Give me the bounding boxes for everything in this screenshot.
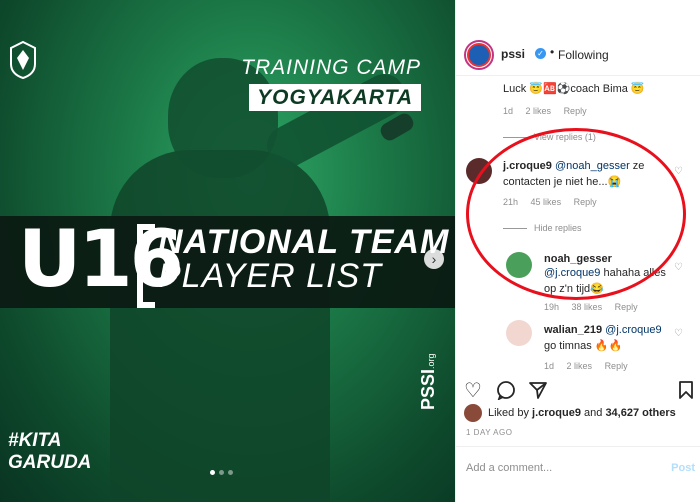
hide-replies-line bbox=[503, 228, 527, 229]
carousel-next-button[interactable]: › bbox=[424, 249, 444, 269]
view-replies-line bbox=[503, 137, 527, 138]
hashtag-kita-garuda: #KITA GARUDA bbox=[8, 430, 91, 474]
reply-username-text[interactable]: noah_gesser bbox=[544, 253, 612, 265]
carousel-dots bbox=[210, 470, 233, 475]
pssi-logo-icon bbox=[467, 43, 491, 67]
reply-text: op z'n tijd😂 bbox=[544, 283, 604, 295]
profile-username[interactable]: pssi bbox=[501, 47, 525, 61]
carousel-dot bbox=[219, 470, 224, 475]
reply-text: hahaha alles bbox=[600, 267, 666, 279]
reply-likes[interactable]: 2 likes bbox=[567, 361, 593, 371]
instagram-post-view: TRAINING CAMP YOGYAKARTA U16 NATIONAL TE… bbox=[0, 0, 700, 502]
add-comment-bar: Add a comment... Post bbox=[456, 446, 700, 502]
post-side-panel: pssi ✓ • Following Luck 😇🆎⚽coach Bima 😇 … bbox=[455, 0, 700, 502]
reply-body: @j.croque9 hahaha alles bbox=[544, 267, 666, 279]
share-icon[interactable] bbox=[528, 380, 548, 400]
comment-time: 1d bbox=[503, 106, 514, 116]
reply-likes[interactable]: 38 likes bbox=[572, 302, 603, 312]
reply-avatar[interactable] bbox=[506, 320, 532, 346]
comment-text: ze bbox=[629, 160, 645, 172]
hashtag-line1: #KITA bbox=[8, 430, 62, 451]
comment-text: contacten je niet he...😭 bbox=[503, 176, 622, 188]
chevron-right-icon: › bbox=[431, 251, 437, 267]
training-camp-label: TRAINING CAMP bbox=[241, 56, 421, 79]
like-reply-heart-icon[interactable]: ♡ bbox=[674, 262, 683, 273]
u16-heading: U16 bbox=[18, 215, 184, 305]
post-comment-button[interactable]: Post bbox=[671, 462, 695, 474]
comment-text: Luck 😇🆎⚽coach Bima 😇 bbox=[503, 83, 645, 95]
reply-mention[interactable]: @j.croque9 bbox=[605, 324, 661, 336]
hide-replies-button[interactable]: Hide replies bbox=[534, 223, 582, 233]
reply-text: go timnas 🔥🔥 bbox=[544, 340, 623, 352]
liked-by-middle: and bbox=[584, 407, 603, 419]
commenter-avatar[interactable] bbox=[466, 158, 492, 184]
liked-by-text: Liked by j.croque9 and 34,627 others bbox=[488, 407, 676, 419]
brand-name: PSSI bbox=[418, 368, 438, 410]
reply-mention[interactable]: @j.croque9 bbox=[544, 267, 600, 279]
pssi-brand-vertical: PSSI.org bbox=[418, 353, 439, 410]
player-list-heading: PLAYER LIST bbox=[158, 257, 382, 295]
post-action-bar: ♡ bbox=[456, 372, 700, 402]
reply-time: 19h bbox=[544, 302, 560, 312]
liked-by-row: Liked by j.croque9 and 34,627 others bbox=[464, 404, 694, 424]
reply-button[interactable]: Reply bbox=[605, 361, 628, 371]
post-date[interactable]: 1 DAY AGO bbox=[466, 428, 512, 437]
reply-meta: 1d 2 likes Reply bbox=[544, 361, 638, 371]
liker-avatar[interactable] bbox=[464, 404, 482, 422]
reply-button[interactable]: Reply bbox=[564, 106, 587, 116]
header-separator: • bbox=[550, 45, 555, 59]
profile-avatar[interactable] bbox=[464, 40, 494, 70]
comment-mention[interactable]: @noah_gesser bbox=[555, 160, 630, 172]
title-bracket bbox=[137, 224, 155, 308]
like-comment-heart-icon[interactable]: ♡ bbox=[674, 166, 683, 177]
carousel-dot-active bbox=[210, 470, 215, 475]
comment-likes[interactable]: 45 likes bbox=[531, 197, 562, 207]
carousel-dot bbox=[228, 470, 233, 475]
comment-body: j.croque9 @noah_gesser ze bbox=[503, 160, 644, 172]
comment-icon[interactable] bbox=[496, 380, 516, 400]
reply-username[interactable]: walian_219 bbox=[544, 324, 602, 336]
liked-by-user[interactable]: j.croque9 bbox=[532, 407, 581, 419]
reply-button[interactable]: Reply bbox=[574, 197, 597, 207]
bookmark-icon[interactable] bbox=[678, 380, 694, 400]
reply-meta: 19h 38 likes Reply bbox=[544, 302, 648, 312]
hashtag-line2: GARUDA bbox=[8, 452, 92, 473]
reply-time: 1d bbox=[544, 361, 555, 371]
comment-meta: 21h 45 likes Reply bbox=[503, 197, 607, 207]
reply-username[interactable]: noah_gesser bbox=[544, 253, 612, 265]
verified-badge-icon: ✓ bbox=[535, 48, 546, 59]
add-comment-input[interactable]: Add a comment... bbox=[466, 462, 552, 474]
national-team-heading: NATIONAL TEAM bbox=[158, 223, 450, 261]
pssi-emblem-icon bbox=[10, 40, 36, 80]
comment-likes[interactable]: 2 likes bbox=[526, 106, 552, 116]
heart-icon[interactable]: ♡ bbox=[464, 378, 482, 403]
reply-avatar[interactable] bbox=[506, 252, 532, 278]
coach-silhouette-body bbox=[110, 150, 330, 502]
liked-by-count[interactable]: 34,627 others bbox=[605, 407, 675, 419]
liked-by-prefix: Liked by bbox=[488, 407, 529, 419]
comment-meta: 1d 2 likes Reply bbox=[503, 106, 597, 116]
reply-body: walian_219 @j.croque9 bbox=[544, 324, 662, 336]
post-image[interactable]: TRAINING CAMP YOGYAKARTA U16 NATIONAL TE… bbox=[0, 0, 455, 502]
reply-button[interactable]: Reply bbox=[615, 302, 638, 312]
comment-username[interactable]: j.croque9 bbox=[503, 160, 552, 172]
like-reply-heart-icon[interactable]: ♡ bbox=[674, 328, 683, 339]
comment-time: 21h bbox=[503, 197, 519, 207]
following-button[interactable]: Following bbox=[558, 48, 609, 62]
view-replies-button[interactable]: View replies (1) bbox=[534, 132, 596, 142]
brand-suffix: .org bbox=[426, 353, 436, 369]
city-label: YOGYAKARTA bbox=[249, 84, 421, 111]
post-header: pssi ✓ • Following bbox=[456, 0, 700, 76]
